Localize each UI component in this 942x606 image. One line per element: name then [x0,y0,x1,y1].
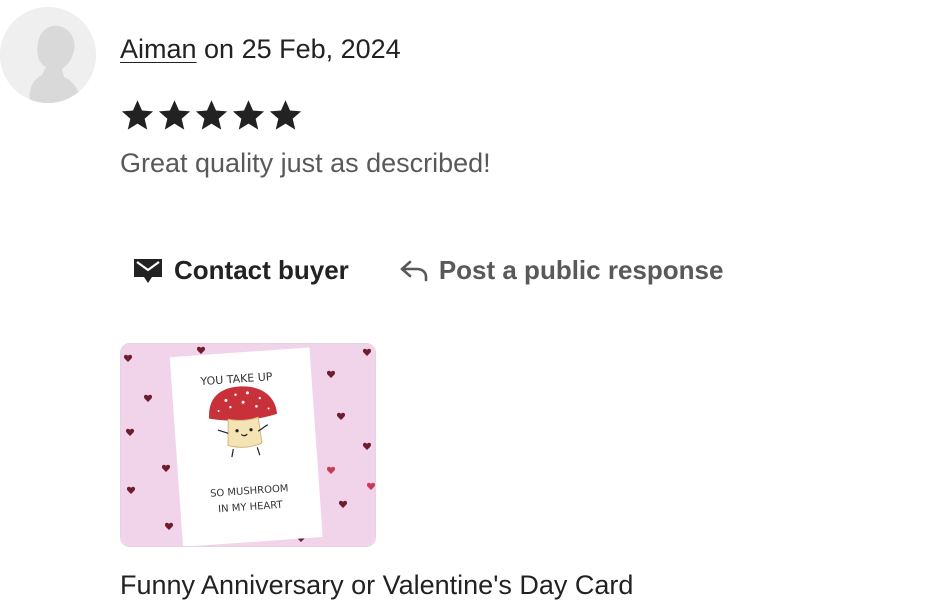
author-link[interactable]: Aiman [120,34,197,64]
star-icon [120,98,155,133]
review-actions: Contact buyer Post a public response [132,250,723,290]
star-icon [157,98,192,133]
product-image[interactable]: YOU TAKE UP SO MUSHROOM IN MY HEART [120,343,376,547]
reply-arrow-icon [400,260,428,282]
envelope-icon [134,259,162,283]
contact-buyer-button[interactable]: Contact buyer [132,255,349,286]
star-icon [194,98,229,133]
review-meta: Aiman on 25 Feb, 2024 [120,32,401,66]
product-title-link[interactable]: Funny Anniversary or Valentine's Day Car… [120,568,633,602]
avatar [0,7,96,103]
star-icon [268,98,303,133]
star-rating [120,98,303,133]
review-text: Great quality just as described! [120,148,491,178]
post-public-response-button[interactable]: Post a public response [399,254,724,286]
star-icon [231,98,266,133]
post-public-response-label: Post a public response [438,254,724,285]
contact-buyer-label: Contact buyer [174,254,349,285]
user-silhouette-icon [0,7,96,103]
review-date: on 25 Feb, 2024 [196,34,401,64]
